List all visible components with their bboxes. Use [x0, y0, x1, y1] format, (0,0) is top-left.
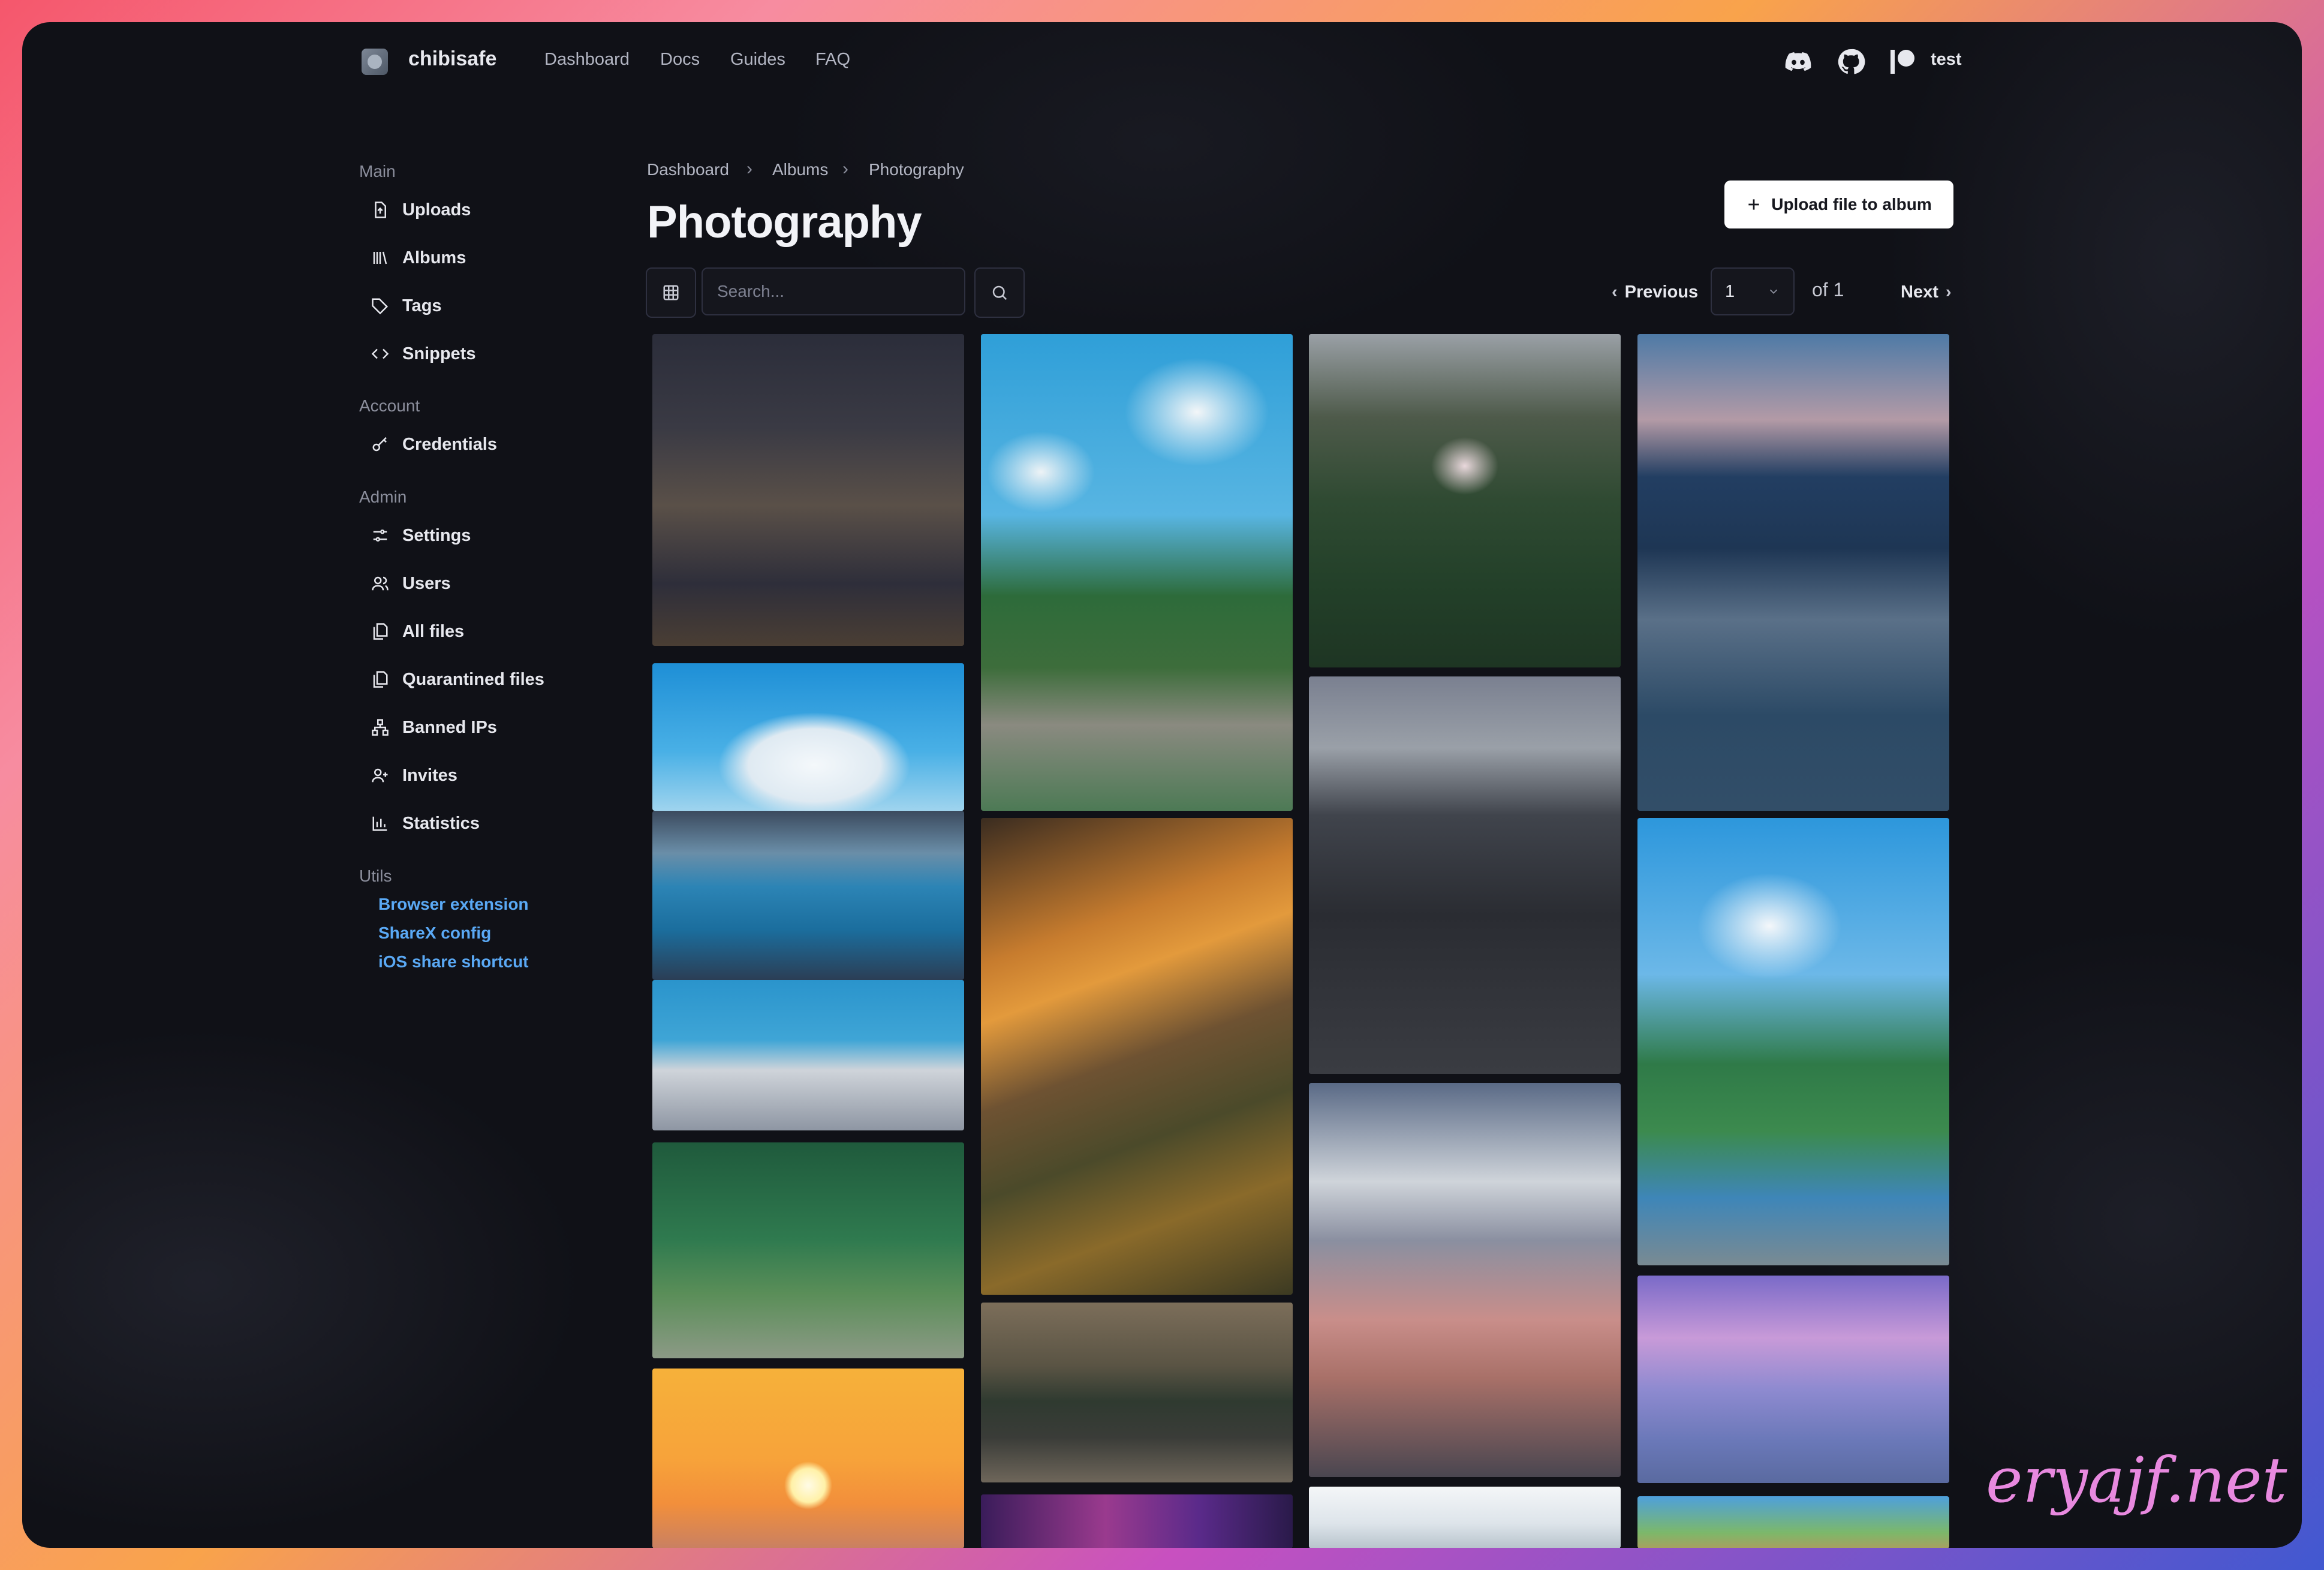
code-icon [371, 348, 389, 359]
sidebar-item-uploads[interactable]: Uploads [371, 192, 471, 228]
chevron-left-icon: ‹ [1612, 282, 1618, 302]
brand-name[interactable]: chibisafe [408, 47, 496, 71]
sidebar-item-albums[interactable]: Albums [371, 240, 466, 276]
nav-docs[interactable]: Docs [660, 50, 700, 70]
sidebar-item-snippets[interactable]: Snippets [371, 336, 475, 372]
gallery-image-sunny-landscape[interactable] [1637, 1496, 1949, 1548]
nav-guides[interactable]: Guides [730, 50, 785, 70]
sidebar-item-label: Credentials [402, 434, 497, 454]
gallery-image-fuji-highway-night[interactable] [1637, 334, 1949, 811]
search-input[interactable] [702, 267, 965, 315]
gallery-image-bedroom-night-city[interactable] [652, 334, 964, 646]
discord-icon[interactable] [1784, 47, 1813, 76]
nav-dashboard[interactable]: Dashboard [544, 50, 630, 70]
gallery-image-couple-mountain-sea[interactable] [1637, 818, 1949, 1265]
gallery-image-cumulus-cloud-sky[interactable] [652, 663, 964, 811]
total-pages: of 1 [1812, 279, 1844, 300]
sliders-icon [373, 530, 387, 542]
sidebar-item-label: Invites [402, 765, 457, 785]
watermark: eryajf.net [1986, 1443, 2287, 1517]
sidebar-item-label: Tags [402, 296, 442, 315]
sidebar-item-label: Banned IPs [402, 717, 497, 737]
sidebar-item-label: Statistics [402, 813, 480, 833]
gallery-image-cherry-tree-valley[interactable] [1309, 334, 1621, 667]
gallery-image-sunset-sun[interactable] [652, 1369, 964, 1548]
upload-button-label: Upload file to album [1771, 195, 1932, 213]
grid-view-toggle[interactable] [646, 267, 696, 318]
gallery-image-ferry-window-sea[interactable] [652, 811, 964, 980]
sidebar-item-quarantined-files[interactable]: Quarantined files [371, 661, 544, 697]
grid-icon [663, 285, 679, 300]
upload-file-to-album-button[interactable]: Upload file to album [1724, 181, 1953, 228]
page-select[interactable]: 1 [1711, 267, 1795, 315]
search-button[interactable] [974, 267, 1025, 318]
network-icon [372, 719, 389, 736]
link-ios-share-shortcut[interactable]: iOS share shortcut [378, 952, 529, 972]
sidebar-item-label: Snippets [402, 344, 476, 363]
app-window: chibisafe Dashboard Docs Guides FAQ test… [22, 22, 2302, 1548]
gallery-image-snowy-mountain[interactable] [1309, 1487, 1621, 1548]
breadcrumb-photography: Photography [869, 160, 964, 179]
user-menu[interactable]: test [1931, 50, 1962, 70]
chevron-right-icon: › [1945, 282, 1952, 302]
breadcrumb-dashboard[interactable]: Dashboard [647, 160, 729, 179]
next-page-button[interactable]: Next › [1901, 274, 1952, 310]
page-title: Photography [647, 197, 922, 248]
sidebar-item-label: All files [402, 621, 465, 641]
sidebar-item-users[interactable]: Users [371, 566, 451, 601]
user-plus-icon [372, 768, 388, 783]
gallery-image-desk-setup-monstera[interactable] [981, 1303, 1293, 1482]
sidebar-item-tags[interactable]: Tags [371, 288, 442, 324]
sidebar-item-label: Uploads [402, 200, 471, 219]
sidebar-item-invites[interactable]: Invites [371, 757, 457, 793]
sidebar-item-banned-ips[interactable]: Banned IPs [371, 709, 497, 745]
gallery-image-rock-spire-clouds[interactable] [1309, 676, 1621, 1074]
sidebar-item-label: Users [402, 573, 451, 593]
chevron-right-icon: › [842, 159, 848, 179]
sidebar-item-statistics[interactable]: Statistics [371, 805, 480, 841]
gallery-image-mount-fuji-street[interactable] [1309, 1083, 1621, 1477]
sidebar-section-account: Account [359, 396, 420, 415]
chevron-right-icon: › [746, 159, 752, 179]
key-icon [372, 437, 387, 452]
sidebar-item-credentials[interactable]: Credentials [371, 426, 497, 462]
file-upload-icon [375, 201, 386, 218]
sidebar-item-settings[interactable]: Settings [371, 518, 471, 554]
gallery-image-forest-road[interactable] [652, 1142, 964, 1358]
bar-chart-icon [372, 816, 387, 831]
gallery-image-water-bottles-legs[interactable] [652, 980, 964, 1130]
sidebar-section-utils: Utils [359, 867, 392, 885]
previous-page-button[interactable]: ‹ Previous [1612, 274, 1698, 310]
plus-icon [1748, 199, 1759, 210]
sidebar-section-main: Main [359, 162, 396, 181]
nav-faq[interactable]: FAQ [815, 50, 850, 70]
gallery-image-city-aerial-buildings[interactable] [981, 818, 1293, 1295]
chevron-down-icon [1769, 289, 1778, 294]
tag-icon [372, 298, 389, 315]
current-page: 1 [1725, 281, 1735, 301]
patreon-icon[interactable] [1888, 47, 1917, 76]
files-icon [373, 671, 388, 688]
search-icon [992, 285, 1007, 300]
breadcrumb-albums[interactable]: Albums [772, 160, 828, 179]
previous-label: Previous [1624, 282, 1699, 302]
library-icon [373, 251, 387, 264]
sidebar-item-label: Quarantined files [402, 669, 544, 689]
github-icon[interactable] [1837, 47, 1865, 76]
link-sharex-config[interactable]: ShareX config [378, 924, 491, 943]
sidebar-section-admin: Admin [359, 488, 407, 506]
gallery-image-cherry-blossom-railway[interactable] [1637, 1276, 1949, 1483]
sidebar-item-label: Settings [402, 525, 471, 545]
gallery-image-galaxy-sky[interactable] [981, 1494, 1293, 1548]
brand-logo[interactable] [362, 49, 388, 75]
next-label: Next [1901, 282, 1938, 302]
sidebar-item-all-files[interactable]: All files [371, 613, 464, 649]
gallery-image-village-blue-sky[interactable] [981, 334, 1293, 811]
sidebar-item-label: Albums [402, 248, 466, 267]
files-icon [373, 623, 388, 640]
link-browser-extension[interactable]: Browser extension [378, 895, 529, 914]
users-icon [372, 576, 389, 591]
